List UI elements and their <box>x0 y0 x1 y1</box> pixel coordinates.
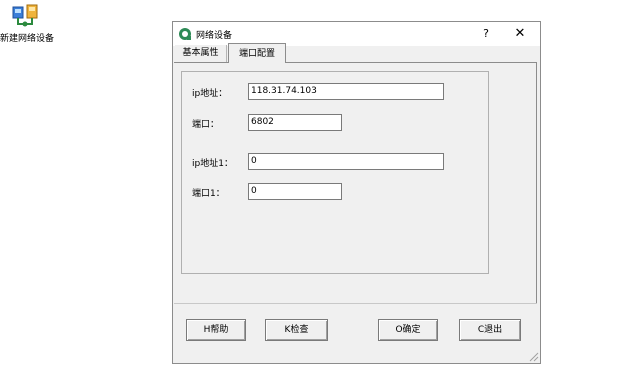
port-1-label: 端口1： <box>192 189 225 199</box>
desktop-shortcut-label: 新建网络设备 <box>0 34 55 44</box>
ip-address-1-label: ip地址1： <box>192 159 233 169</box>
port-1-input[interactable]: 0 <box>248 183 342 200</box>
ip-address-input[interactable]: 118.31.74.103 <box>248 83 444 100</box>
resize-grip-icon[interactable] <box>527 350 539 362</box>
tab-basic-properties[interactable]: 基本属性 <box>175 45 227 62</box>
ok-button[interactable]: O确定 <box>378 319 438 341</box>
ip-address-label: ip地址： <box>192 89 228 99</box>
dialog-title: 网络设备 <box>196 31 233 41</box>
close-button[interactable]: ✕ <box>505 22 535 46</box>
help-button[interactable]: H帮助 <box>186 319 246 341</box>
port-input[interactable]: 6802 <box>248 114 342 131</box>
help-title-button[interactable]: ? <box>471 22 501 46</box>
exit-button[interactable]: C退出 <box>459 319 521 341</box>
tab-port-config[interactable]: 端口配置 <box>228 43 286 63</box>
button-separator <box>174 303 537 304</box>
network-device-icon <box>12 4 38 27</box>
settings-group-box: ip地址： 118.31.74.103 端口： 6802 ip地址1： 0 端口… <box>181 71 489 274</box>
app-icon <box>179 28 191 40</box>
network-device-dialog: 网络设备 ? ✕ 基本属性 端口配置 ip地址： 118.31.74.103 端… <box>172 21 541 364</box>
ip-address-1-input[interactable]: 0 <box>248 153 444 170</box>
port-label: 端口： <box>192 120 220 130</box>
check-button[interactable]: K检查 <box>265 319 328 341</box>
tab-panel-port-config: ip地址： 118.31.74.103 端口： 6802 ip地址1： 0 端口… <box>174 62 537 303</box>
desktop-shortcut[interactable]: 新建网络设备 <box>0 4 58 44</box>
